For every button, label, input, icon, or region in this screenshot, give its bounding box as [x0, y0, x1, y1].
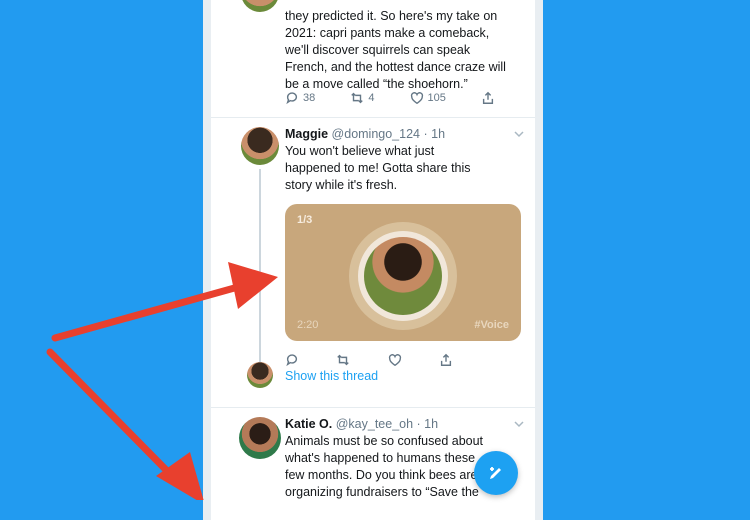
tweet-actions: [285, 353, 453, 367]
tweet-text: You won't believe what just happened to …: [285, 143, 525, 194]
tweet-maggie[interactable]: Maggie @domingo_124 · 1h You won't belie…: [211, 117, 535, 408]
reply-icon: [286, 92, 298, 105]
author-handle[interactable]: @domingo_124: [332, 127, 420, 141]
avatar[interactable]: [239, 417, 281, 459]
tweet-text-line: French, and the hottest dance craze will: [285, 60, 506, 74]
retweet-icon: [337, 354, 350, 366]
retweet-icon: [351, 92, 364, 104]
share-button[interactable]: [481, 91, 495, 105]
avatar[interactable]: [241, 127, 279, 165]
author-name[interactable]: Maggie: [285, 127, 328, 141]
compose-icon: [490, 467, 501, 479]
tweet-text-line: we'll discover squirrels can speak: [285, 43, 471, 57]
phone-screen: they predicted it. So here's my take on …: [203, 0, 543, 520]
compose-button[interactable]: [474, 451, 518, 495]
like-count: 105: [427, 92, 446, 104]
share-icon: [440, 353, 452, 366]
retweet-count: 4: [368, 92, 375, 104]
like-icon: [410, 92, 423, 105]
tweet-text-line: happened to me! Gotta share this: [285, 161, 471, 175]
thread-avatar[interactable]: [247, 362, 273, 388]
share-button[interactable]: [439, 353, 453, 367]
tweet-actions: 38 4 105: [285, 91, 495, 105]
tweet-text-line: they predicted it. So here's my take on: [285, 9, 498, 23]
tweet-header: Katie O. @kay_tee_oh · 1h: [285, 416, 525, 433]
reply-icon: [286, 354, 298, 367]
chevron-down-icon[interactable]: [514, 419, 524, 429]
share-icon: [482, 91, 494, 104]
media-duration: 2:20: [297, 319, 319, 331]
tweet-text-line: story while it's fresh.: [285, 178, 398, 192]
arrow-to-compose: [46, 348, 204, 500]
voice-tag: #Voice: [474, 319, 509, 331]
media-counter: 1/3: [297, 214, 313, 226]
like-button[interactable]: [388, 353, 402, 367]
thread-line: [259, 169, 261, 365]
tweet-text: they predicted it. So here's my take on …: [285, 8, 525, 93]
tweet-time: · 1h: [423, 127, 446, 141]
tweet-top[interactable]: they predicted it. So here's my take on …: [211, 0, 535, 118]
tweet-text-line: You won't believe what just: [285, 144, 435, 158]
like-button[interactable]: 105: [410, 91, 446, 105]
tweet-text-line: Animals must be so confused about: [285, 434, 484, 448]
reply-count: 38: [303, 92, 316, 104]
tweet-text-line: 2021: capri pants make a comeback,: [285, 26, 490, 40]
retweet-button[interactable]: 4: [350, 91, 374, 105]
tweet-header: Maggie @domingo_124 · 1h: [285, 126, 525, 143]
reply-button[interactable]: [285, 353, 299, 367]
author-handle[interactable]: @kay_tee_oh: [336, 417, 413, 431]
voice-tweet-card[interactable]: 1/3 2:20 #Voice: [285, 204, 521, 341]
reply-button[interactable]: 38: [285, 91, 315, 105]
show-thread-link[interactable]: Show this thread: [285, 369, 378, 383]
tweet-time: · 1h: [416, 417, 439, 431]
chevron-down-icon[interactable]: [514, 129, 524, 139]
author-name[interactable]: Katie O.: [285, 417, 332, 431]
retweet-button[interactable]: [336, 353, 350, 367]
voice-avatar: [364, 237, 442, 315]
avatar[interactable]: [241, 0, 279, 12]
like-icon: [388, 354, 401, 367]
